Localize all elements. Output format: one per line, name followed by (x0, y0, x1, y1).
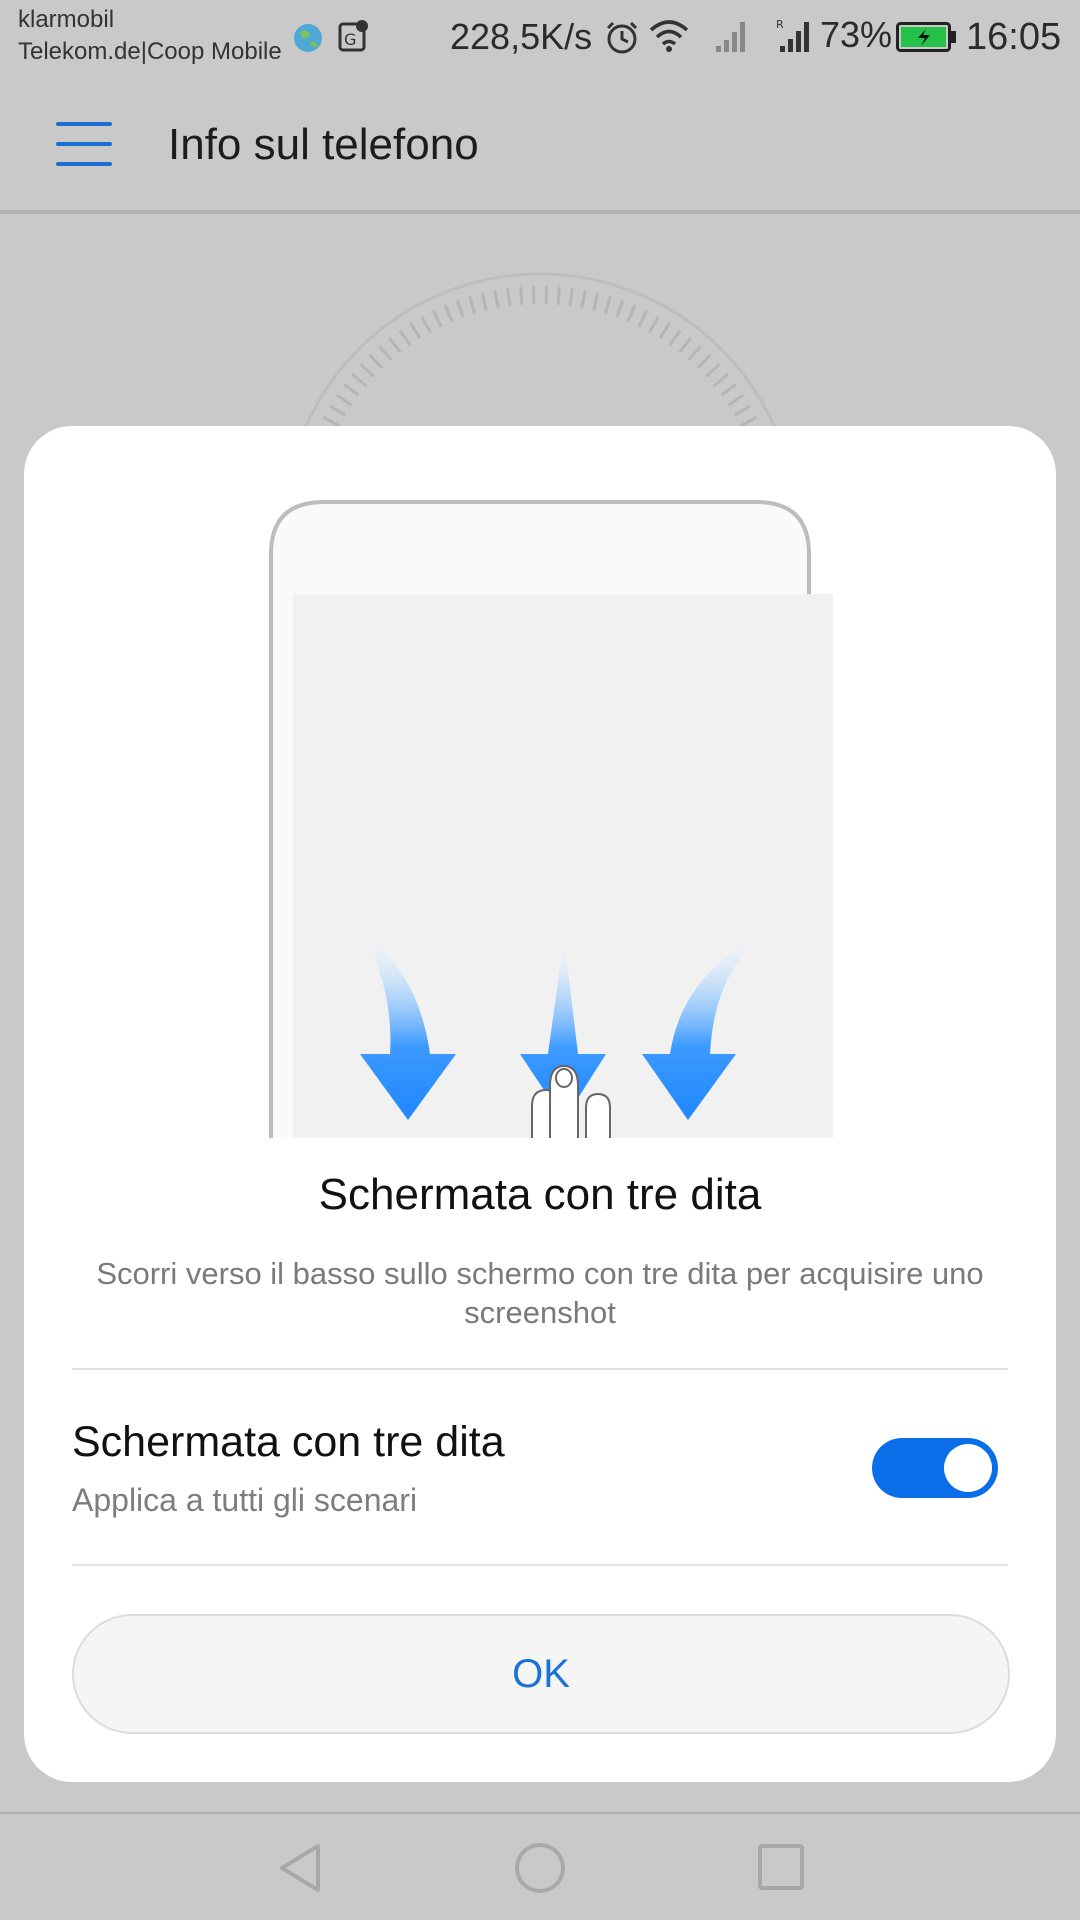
signal-roaming-icon: R (776, 18, 809, 52)
setting-subtitle: Applica a tutti gli scenari (72, 1482, 418, 1518)
toggle-knob (944, 1444, 992, 1492)
wifi-icon (649, 20, 689, 52)
app-bar-divider (0, 210, 1080, 214)
storage-dial-background (302, 272, 778, 430)
network-speed: 228,5K/s (450, 16, 593, 57)
svg-text:G: G (344, 30, 356, 49)
signal-icon (716, 22, 745, 52)
divider (72, 1368, 1008, 1370)
three-finger-gesture-illustration (269, 500, 833, 1138)
carrier-secondary: Telekom.de|Coop Mobile (18, 38, 282, 65)
back-icon[interactable] (274, 1840, 326, 1896)
page-title: Info sul telefono (168, 120, 479, 169)
setting-title: Schermata con tre dita (72, 1418, 505, 1466)
app-bar: Info sul telefono (0, 76, 1080, 212)
svg-text:R: R (776, 18, 784, 31)
divider (72, 1564, 1008, 1566)
clock: 16:05 (966, 16, 1062, 58)
battery-charging-icon (896, 22, 956, 52)
dialog-title: Schermata con tre dita (318, 1170, 762, 1219)
recents-icon[interactable] (756, 1842, 806, 1892)
nav-bar-divider (0, 1812, 1080, 1814)
battery-percent: 73% (820, 14, 893, 55)
alarm-icon (606, 21, 638, 54)
dialog-description: Scorri verso il basso sullo schermo con … (96, 1256, 984, 1330)
map-pin-icon: G (338, 20, 368, 52)
carrier-primary: klarmobil (18, 6, 115, 33)
three-finger-screenshot-dialog: Schermata con tre dita Scorri verso il b… (24, 426, 1056, 1782)
hamburger-menu-icon[interactable] (56, 122, 112, 166)
globe-icon (294, 24, 322, 52)
ok-button[interactable]: OK (72, 1614, 1010, 1734)
three-finger-toggle[interactable] (872, 1438, 998, 1498)
status-bar: klarmobil Telekom.de|Coop Mobile G 228,5… (0, 0, 1080, 76)
home-icon[interactable] (512, 1840, 568, 1896)
